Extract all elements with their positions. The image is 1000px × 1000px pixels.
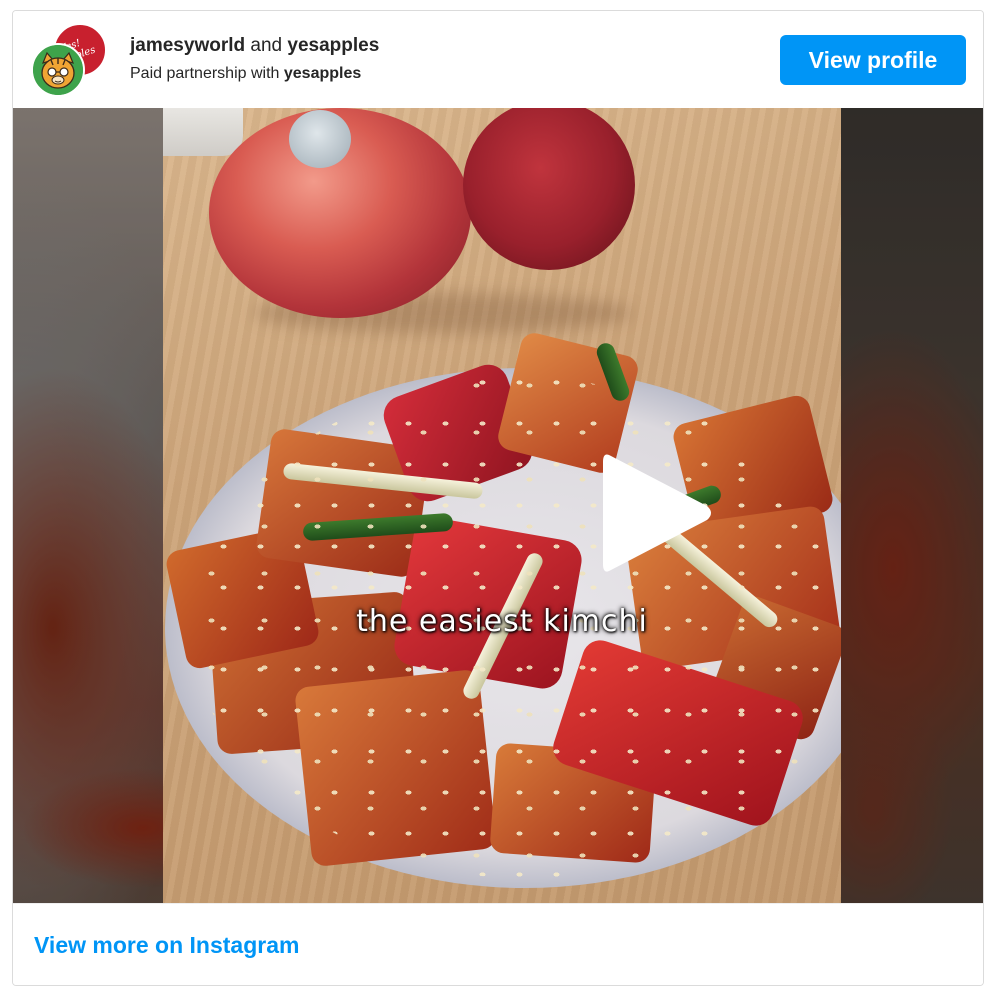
blurred-backdrop-left	[13, 108, 163, 903]
post-header: Yes! apples jamesyworld	[13, 11, 983, 109]
blurred-backdrop-right	[833, 108, 983, 903]
apple	[463, 108, 635, 270]
profile-avatars[interactable]: Yes! apples	[31, 23, 111, 99]
view-profile-button[interactable]: View profile	[780, 35, 966, 85]
view-more-on-instagram-link[interactable]: View more on Instagram	[34, 932, 299, 959]
jamesyworld-avatar[interactable]	[31, 43, 85, 97]
collaborator-username[interactable]: yesapples	[287, 35, 379, 56]
apple-sticker	[289, 110, 351, 168]
author-joiner: and	[250, 35, 283, 56]
tiger-face-icon	[33, 45, 83, 95]
partnership-line: Paid partnership with yesapples	[130, 61, 379, 87]
partner-username[interactable]: yesapples	[284, 65, 361, 82]
post-footer: View more on Instagram	[13, 903, 983, 985]
instagram-embed-card: Yes! apples jamesyworld	[12, 10, 984, 986]
video-caption: the easiest kimchi	[356, 604, 648, 639]
post-attribution: jamesyworld and yesapples Paid partnersh…	[130, 33, 379, 87]
play-icon[interactable]	[597, 448, 717, 578]
author-username[interactable]: jamesyworld	[130, 35, 245, 56]
apple	[209, 108, 471, 318]
partnership-label: Paid partnership with	[130, 65, 280, 82]
author-line: jamesyworld and yesapples	[130, 33, 379, 59]
video-thumbnail[interactable]: the easiest kimchi	[163, 108, 841, 903]
background-object	[163, 108, 243, 156]
video-media[interactable]: the easiest kimchi	[13, 108, 983, 903]
